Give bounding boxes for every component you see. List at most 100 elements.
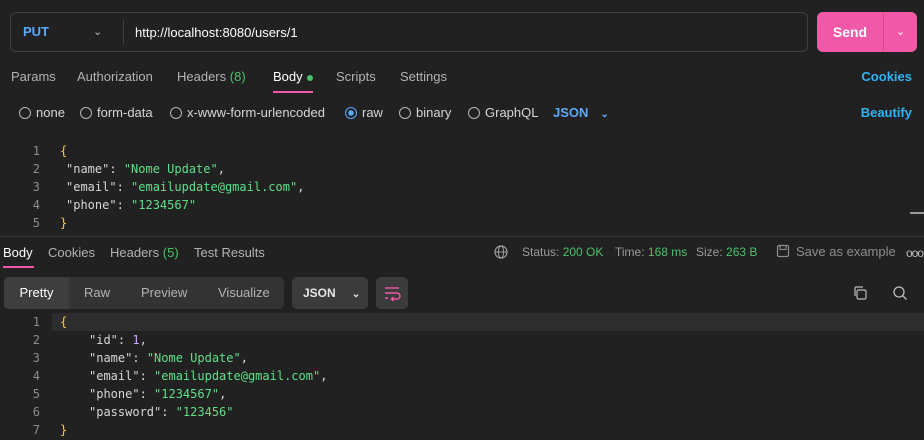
line-number: 4 [32, 369, 40, 383]
body-modified-dot [306, 74, 313, 81]
size-value: 263 B [726, 245, 758, 259]
body-language-select[interactable]: JSON ⌄ [553, 105, 609, 120]
view-mode-bar: Pretty Raw Preview Visualize [4, 277, 284, 309]
radio-graphql-label: GraphQL [485, 105, 539, 120]
response-tab-headers-label: Headers [110, 245, 160, 260]
save-as-example-button[interactable]: Save as example [776, 244, 896, 259]
line-number: 5 [32, 216, 40, 230]
save-as-example-label: Save as example [796, 244, 896, 259]
json-key: "name" [89, 351, 133, 365]
cookies-link[interactable]: Cookies [861, 69, 912, 84]
response-headers-count: (5) [162, 245, 179, 260]
chevron-down-icon: ⌄ [351, 289, 361, 300]
json-key: "email" [66, 180, 117, 194]
wrap-lines-icon [385, 287, 401, 302]
radio-circle-icon [80, 107, 92, 119]
line-number: 3 [32, 351, 40, 365]
radio-selected-icon [345, 107, 357, 119]
radio-none[interactable]: none [19, 105, 65, 121]
size-indicator[interactable]: Size: 263 B [696, 245, 757, 259]
beautify-link[interactable]: Beautify [861, 105, 912, 120]
brace-close: } [60, 216, 68, 230]
copy-icon[interactable] [852, 285, 868, 301]
save-icon [776, 244, 790, 258]
radio-graphql[interactable]: GraphQL [468, 105, 538, 121]
url-input[interactable] [135, 13, 735, 51]
json-string: "Nome Update" [146, 351, 241, 365]
line-number: 1 [32, 315, 40, 329]
url-bar: PUT ⌄ [10, 12, 808, 52]
view-visualize[interactable]: Visualize [218, 277, 270, 309]
search-icon[interactable] [892, 285, 908, 301]
radio-circle-icon [170, 107, 182, 119]
brace-open: { [60, 315, 68, 329]
view-preview[interactable]: Preview [141, 277, 187, 309]
response-tab-body[interactable]: Body [3, 245, 33, 263]
status-value: 200 OK [562, 245, 604, 259]
radio-binary[interactable]: binary [399, 105, 451, 121]
line-number: 5 [32, 387, 40, 401]
radio-binary-label: binary [416, 105, 452, 120]
scrollbar-thumb[interactable] [910, 212, 924, 214]
json-string: "emailupdate@gmail.com" [154, 369, 321, 383]
active-tab-indicator [273, 91, 313, 93]
pane-divider[interactable] [0, 236, 924, 237]
brace-open: { [60, 144, 68, 158]
radio-raw-label: raw [362, 105, 383, 120]
send-label[interactable]: Send [817, 12, 883, 52]
line-number: 6 [32, 405, 40, 419]
view-raw[interactable]: Raw [84, 277, 110, 309]
more-options-icon[interactable]: ooo [906, 246, 924, 260]
view-pretty[interactable]: Pretty [4, 277, 69, 309]
current-line-highlight [52, 313, 924, 331]
tab-scripts[interactable]: Scripts [336, 69, 376, 87]
radio-circle-icon [19, 107, 31, 119]
response-tab-cookies[interactable]: Cookies [48, 245, 95, 263]
wrap-lines-button[interactable] [376, 277, 408, 309]
globe-icon[interactable] [494, 245, 508, 259]
radio-circle-icon [399, 107, 411, 119]
status-indicator[interactable]: Status: 200 OK [522, 245, 603, 259]
brace-close: } [60, 423, 68, 437]
json-key: "phone" [66, 198, 117, 212]
line-number: 3 [32, 180, 40, 194]
status-label: Status: [522, 245, 560, 259]
tab-authorization[interactable]: Authorization [77, 69, 153, 87]
tab-params[interactable]: Params [11, 69, 56, 87]
radio-urlencoded-label: x-www-form-urlencoded [187, 105, 325, 120]
tab-headers[interactable]: Headers (8) [177, 69, 246, 87]
response-format-select[interactable]: JSON ⌄ [292, 277, 368, 309]
json-string: "emailupdate@gmail.com" [131, 180, 298, 194]
tab-settings[interactable]: Settings [400, 69, 447, 87]
radio-form-data[interactable]: form-data [80, 105, 153, 121]
response-format-label: JSON [303, 286, 336, 300]
radio-none-label: none [36, 105, 65, 120]
json-number: 1 [132, 333, 140, 347]
response-tab-test-results[interactable]: Test Results [194, 245, 265, 263]
method-select[interactable]: PUT [23, 13, 49, 51]
json-string: "1234567" [131, 198, 197, 212]
chevron-down-icon: ⌄ [600, 109, 609, 120]
json-string: "Nome Update" [123, 162, 218, 176]
line-number: 2 [32, 162, 40, 176]
tab-body-label: Body [273, 69, 303, 84]
request-body-editor[interactable]: 1{ 2 "name": "Nome Update", 3 "email": "em… [0, 141, 924, 233]
tab-body[interactable]: Body [273, 69, 313, 87]
tab-headers-label: Headers [177, 69, 227, 84]
size-label: Size: [696, 245, 723, 259]
send-button[interactable]: Send ⌄ [817, 12, 917, 52]
json-string: "123456" [175, 405, 234, 419]
time-indicator[interactable]: Time: 168 ms [615, 245, 687, 259]
response-body-viewer[interactable]: 1{ 2 "id": 1, 3 "name": "Nome Update", 4 "e… [0, 313, 924, 440]
time-value: 168 ms [647, 245, 688, 259]
json-key: "id" [89, 333, 118, 347]
chevron-down-icon[interactable]: ⌄ [93, 13, 102, 51]
headers-count: (8) [229, 69, 246, 84]
radio-raw[interactable]: raw [345, 105, 383, 121]
url-separator [123, 19, 124, 45]
json-key: "name" [66, 162, 110, 176]
response-tab-headers[interactable]: Headers (5) [110, 245, 179, 263]
radio-circle-icon [468, 107, 480, 119]
send-options-chevron-icon[interactable]: ⌄ [884, 12, 917, 52]
radio-urlencoded[interactable]: x-www-form-urlencoded [170, 105, 325, 121]
